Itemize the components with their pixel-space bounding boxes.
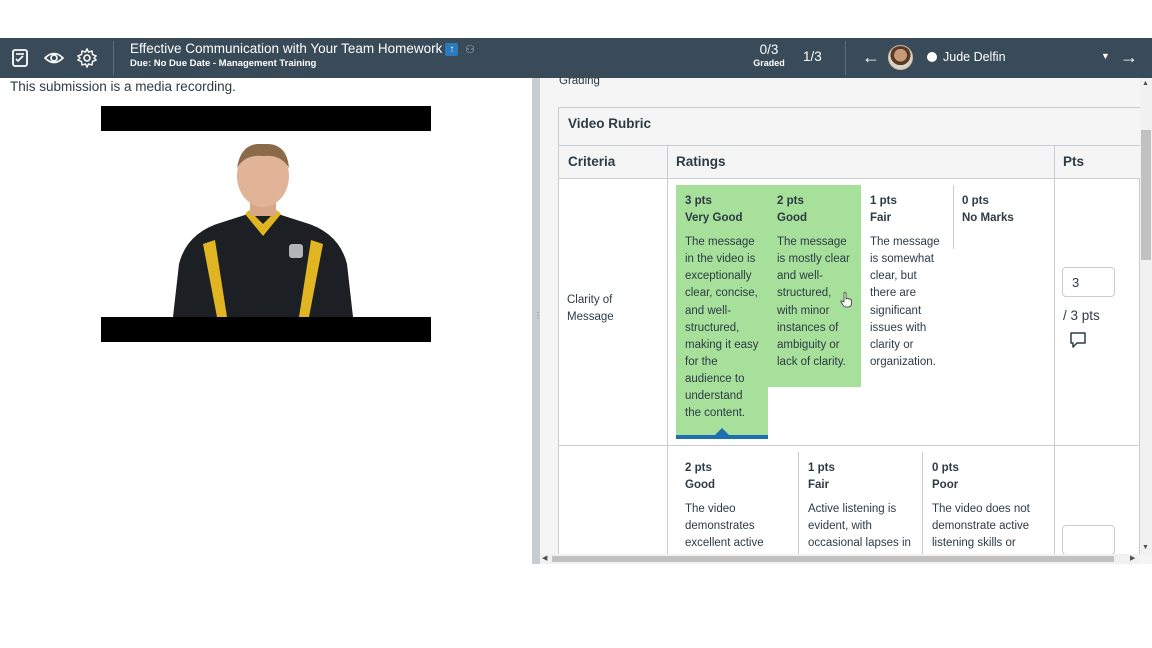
rating-name: Poor bbox=[932, 479, 959, 492]
column-divider bbox=[667, 146, 668, 564]
selected-marker-icon bbox=[715, 428, 729, 435]
rating-cell[interactable]: 2 pts Good The message is mostly clear a… bbox=[768, 185, 861, 387]
arrow-right-icon[interactable]: → bbox=[1120, 46, 1138, 68]
comment-icon[interactable] bbox=[1069, 331, 1087, 349]
vertical-scrollbar[interactable]: ▲ ▼ bbox=[1140, 78, 1152, 554]
rating-cell[interactable]: 0 pts No Marks bbox=[953, 185, 1053, 249]
rating-cell[interactable]: 1 pts Fair The message is somewhat clear… bbox=[861, 185, 953, 387]
pane-resize-handle[interactable]: ⋮ bbox=[532, 78, 542, 564]
criteria-header: Criteria bbox=[568, 154, 616, 169]
rating-description: The video demonstrates excellent active bbox=[685, 503, 764, 550]
score-input[interactable] bbox=[1062, 525, 1115, 555]
top-blank-area bbox=[0, 0, 1152, 38]
hand-cursor-icon bbox=[840, 292, 852, 308]
rating-points: 1 pts bbox=[808, 462, 835, 474]
student-name: Jude Delfin bbox=[943, 50, 1006, 64]
rubric-title: Video Rubric bbox=[559, 108, 1141, 146]
gradebook-icon[interactable] bbox=[8, 46, 32, 70]
chevron-down-icon[interactable]: ▼ bbox=[1101, 51, 1110, 61]
ratings-header: Ratings bbox=[676, 154, 726, 169]
graded-label: Graded bbox=[753, 58, 785, 68]
pts-header: Pts bbox=[1063, 154, 1085, 169]
assignment-title-link[interactable]: Effective Communication with Your Team H… bbox=[130, 41, 442, 56]
letterbox-top bbox=[101, 106, 431, 131]
rating-name: No Marks bbox=[962, 212, 1014, 225]
rating-name: Good bbox=[777, 212, 808, 225]
header-divider bbox=[845, 41, 846, 75]
criterion-name: Clarity of Message bbox=[567, 294, 614, 323]
graded-counter: 0/3 Graded bbox=[750, 42, 788, 68]
upload-icon: ↑ bbox=[445, 43, 459, 56]
rating-name: Very Good bbox=[685, 212, 743, 225]
scroll-right-icon[interactable]: ▶ bbox=[1130, 554, 1135, 562]
assignment-subtitle: Due: No Due Date - Management Training bbox=[130, 58, 317, 69]
gear-icon[interactable] bbox=[75, 46, 99, 70]
rating-description: The message in the video is exceptionall… bbox=[685, 236, 759, 420]
rating-points: 0 pts bbox=[962, 195, 989, 207]
status-dot-icon bbox=[927, 52, 937, 62]
student-selector[interactable]: Jude Delfin bbox=[927, 50, 1006, 64]
grading-section-label: Grading bbox=[559, 78, 600, 87]
speedgrader-header: Effective Communication with Your Team H… bbox=[0, 38, 1152, 78]
rating-cell[interactable]: 2 pts Good The video demonstrates excell… bbox=[676, 452, 798, 552]
assignment-title-block: Effective Communication with Your Team H… bbox=[130, 41, 475, 69]
arrow-left-icon[interactable]: ← bbox=[862, 46, 880, 68]
letterbox-bottom bbox=[101, 317, 431, 342]
rating-cell[interactable]: 1 pts Fair Active listening is evident, … bbox=[799, 452, 922, 552]
rating-description: The message is somewhat clear, but there… bbox=[870, 236, 940, 368]
rating-points: 0 pts bbox=[932, 462, 959, 474]
scrollbar-thumb[interactable] bbox=[1141, 130, 1151, 260]
horizontal-scrollbar[interactable]: ◀ ▶ bbox=[540, 554, 1140, 564]
points-possible: / 3 pts bbox=[1063, 308, 1100, 323]
grip-icon: ⋮ bbox=[534, 311, 542, 320]
rating-points: 2 pts bbox=[685, 462, 712, 474]
rating-points: 1 pts bbox=[870, 195, 897, 207]
rating-cell[interactable]: 3 pts Very Good The message in the video… bbox=[676, 185, 768, 439]
rating-description: The video does not demonstrate active li… bbox=[932, 503, 1030, 550]
score-input[interactable] bbox=[1062, 267, 1115, 297]
rating-points: 2 pts bbox=[777, 195, 804, 207]
rating-description: Active listening is evident, with occasi… bbox=[808, 503, 911, 550]
eye-icon[interactable] bbox=[42, 46, 66, 70]
graded-count: 0/3 bbox=[759, 42, 779, 57]
submission-note: This submission is a media recording. bbox=[10, 79, 236, 94]
media-player[interactable] bbox=[101, 106, 431, 342]
header-divider bbox=[113, 41, 114, 75]
scrollbar-thumb[interactable] bbox=[552, 556, 1114, 562]
row-divider bbox=[559, 445, 1141, 446]
student-position: 1/3 bbox=[803, 49, 822, 64]
scroll-down-icon[interactable]: ▼ bbox=[1142, 544, 1149, 551]
grading-pane: Grading Video Rubric Criteria Ratings Pt… bbox=[540, 78, 1152, 564]
rating-name: Fair bbox=[808, 479, 830, 492]
rating-name: Good bbox=[685, 479, 716, 492]
column-divider bbox=[1054, 146, 1055, 564]
scroll-left-icon[interactable]: ◀ bbox=[542, 554, 547, 562]
avatar bbox=[888, 45, 913, 70]
assignment-title[interactable]: Effective Communication with Your Team H… bbox=[130, 41, 475, 56]
rating-points: 3 pts bbox=[685, 195, 712, 207]
accessibility-icon: ⚇ bbox=[465, 44, 476, 56]
rubric-table: Video Rubric Criteria Ratings Pts Clarit… bbox=[558, 107, 1141, 564]
submission-pane: This submission is a media recording. bbox=[0, 78, 532, 564]
selected-indicator bbox=[676, 435, 768, 439]
scroll-up-icon[interactable]: ▲ bbox=[1142, 80, 1149, 87]
rating-cell[interactable]: 0 pts Poor The video does not demonstrat… bbox=[923, 452, 1053, 552]
rating-name: Fair bbox=[870, 212, 892, 225]
video-frame-person bbox=[173, 144, 353, 317]
